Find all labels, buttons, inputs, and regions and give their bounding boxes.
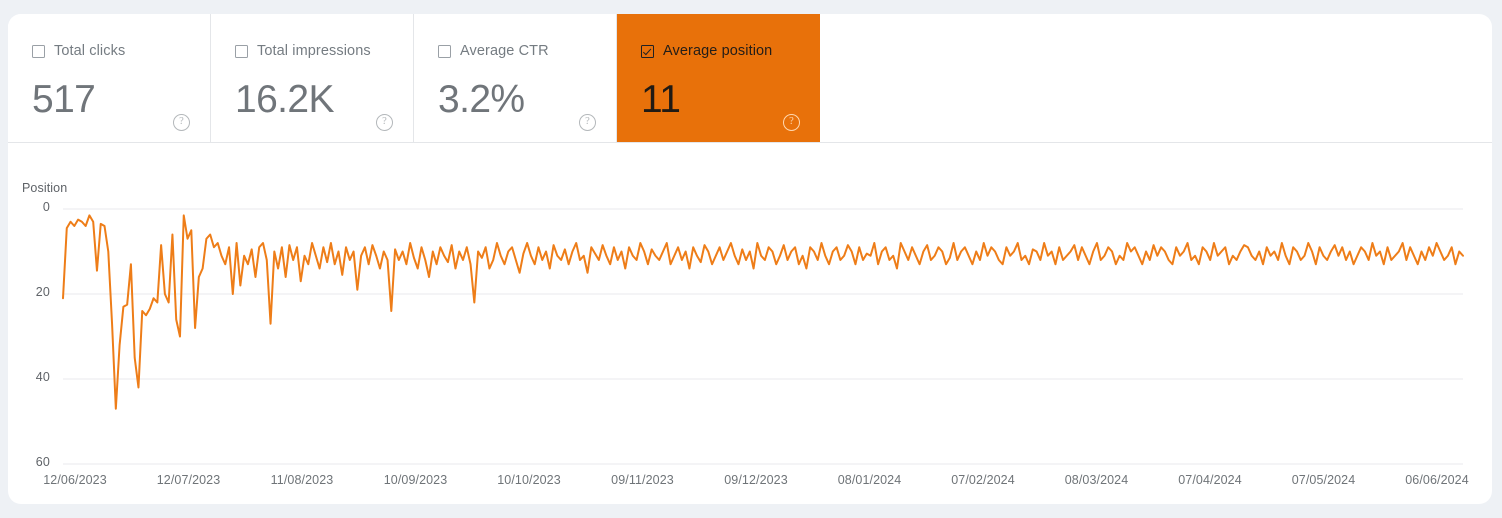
y-axis-tick-label: 20 xyxy=(35,285,50,299)
x-axis-tick-label: 07/04/2024 xyxy=(1178,473,1242,487)
metric-label: Total clicks xyxy=(54,43,126,59)
performance-panel: Total clicks 517 ? Total impressions 16.… xyxy=(8,14,1492,504)
metric-label: Average position xyxy=(663,43,773,59)
x-axis-tick-label: 10/10/2023 xyxy=(497,473,561,487)
checkbox-icon[interactable] xyxy=(438,45,451,58)
series-line-0 xyxy=(62,214,1464,410)
metric-header: Total impressions xyxy=(235,44,371,59)
x-axis-tick-label: 10/09/2023 xyxy=(383,473,448,487)
metric-label: Average CTR xyxy=(460,43,549,59)
x-axis-tick-label: 09/12/2023 xyxy=(724,473,788,487)
metric-label: Total impressions xyxy=(257,43,371,59)
checkbox-icon[interactable] xyxy=(235,45,248,58)
metric-card-total-impressions[interactable]: Total impressions 16.2K ? xyxy=(211,14,414,142)
x-axis-tick-label: 08/01/2024 xyxy=(837,473,902,487)
help-icon[interactable]: ? xyxy=(376,114,393,131)
x-axis-tick-label: 12/07/2023 xyxy=(156,473,221,487)
metric-card-total-clicks[interactable]: Total clicks 517 ? xyxy=(8,14,211,142)
x-axis-tick-label: 07/02/2024 xyxy=(951,473,1015,487)
help-icon[interactable]: ? xyxy=(173,114,190,131)
x-axis-tick-label: 11/08/2023 xyxy=(270,473,334,487)
position-chart: Position 0 20 40 60 12/06/2023 12/07/2023 11/… xyxy=(8,143,1492,504)
x-axis-tick-label: 06/06/2024 xyxy=(1405,473,1469,487)
metric-value: 3.2% xyxy=(438,78,525,121)
checkbox-checked-icon[interactable] xyxy=(641,45,654,58)
metric-value: 11 xyxy=(641,78,681,121)
metric-header: Total clicks xyxy=(32,44,125,59)
help-icon[interactable]: ? xyxy=(579,114,596,131)
metric-header: Average position xyxy=(641,44,772,59)
search-performance-page: Total clicks 517 ? Total impressions 16.… xyxy=(0,0,1502,518)
x-axis-tick-label: 08/03/2024 xyxy=(1064,473,1129,487)
y-axis-tick-label: 40 xyxy=(35,370,50,384)
metric-header: Average CTR xyxy=(438,44,549,59)
metric-cards-strip: Total clicks 517 ? Total impressions 16.… xyxy=(8,14,1492,143)
y-axis-tick-label: 60 xyxy=(35,455,50,469)
x-axis-tick-label: 12/06/2023 xyxy=(43,473,107,487)
x-axis-tick-label: 07/05/2024 xyxy=(1291,473,1356,487)
x-axis-tick-label: 09/11/2023 xyxy=(611,473,674,487)
metric-value: 517 xyxy=(32,78,96,121)
metric-value: 16.2K xyxy=(235,78,335,121)
metric-card-average-position[interactable]: Average position 11 ? xyxy=(617,14,820,142)
metric-card-average-ctr[interactable]: Average CTR 3.2% ? xyxy=(414,14,617,142)
checkbox-icon[interactable] xyxy=(32,45,45,58)
y-axis-tick-label: 0 xyxy=(42,200,50,214)
help-icon[interactable]: ? xyxy=(783,114,800,131)
chart-plot-area[interactable] xyxy=(8,143,1492,504)
